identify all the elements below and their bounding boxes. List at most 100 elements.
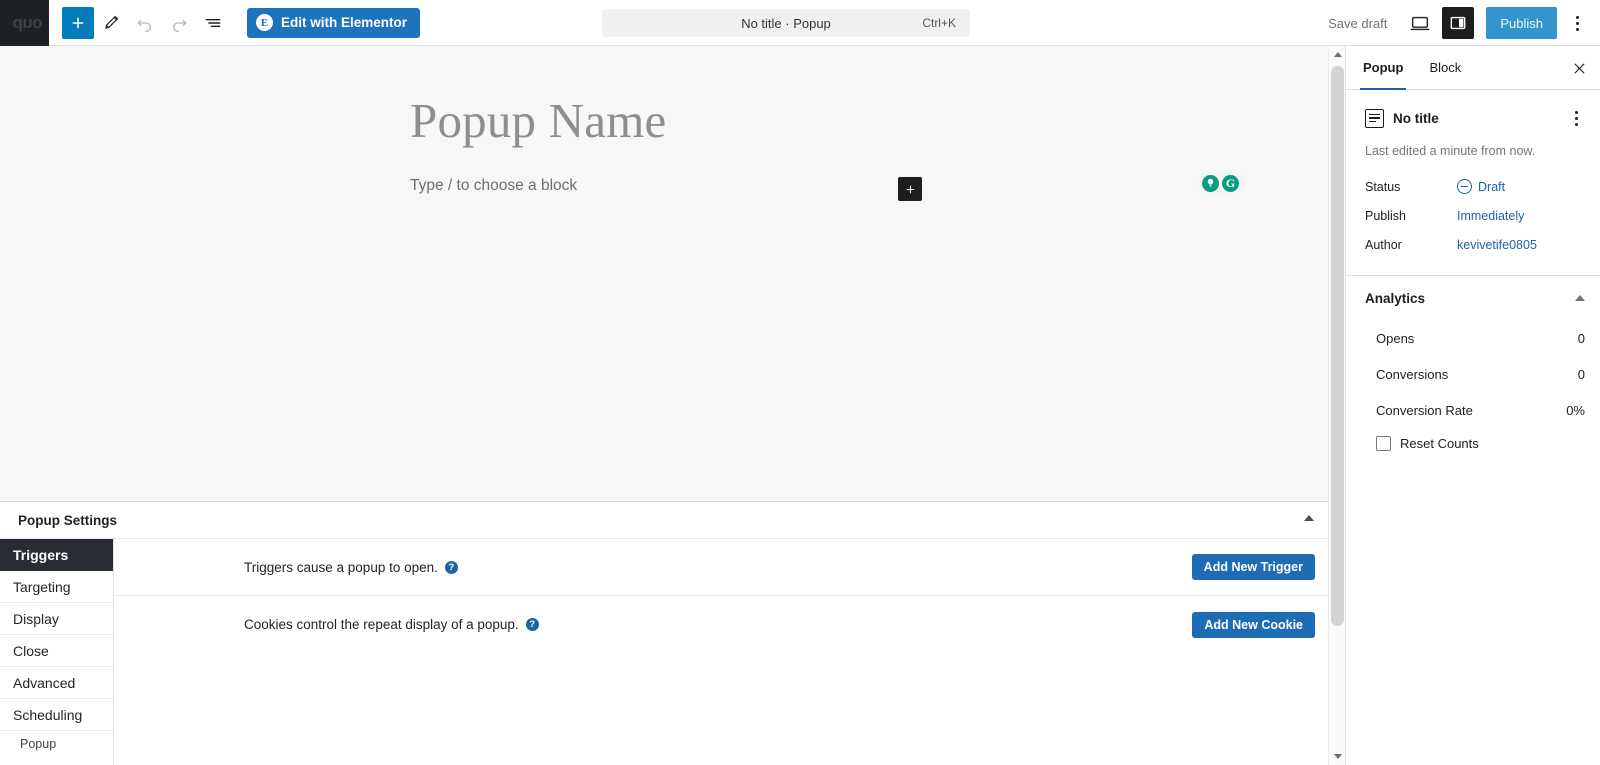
edit-with-elementor-button[interactable]: E Edit with Elementor bbox=[247, 7, 421, 38]
desktop-preview-icon[interactable] bbox=[1403, 6, 1437, 40]
cookies-row: Cookies control the repeat display of a … bbox=[114, 596, 1328, 653]
tab-popup[interactable]: Popup bbox=[1350, 46, 1416, 90]
pencil-icon[interactable] bbox=[94, 6, 128, 40]
analytics-title: Analytics bbox=[1365, 290, 1426, 306]
author-row: Author kevivetife0805 bbox=[1346, 230, 1600, 259]
canvas-scrollbar[interactable] bbox=[1328, 46, 1346, 765]
status-label: Status bbox=[1365, 179, 1401, 194]
stat-label: Conversion Rate bbox=[1376, 402, 1473, 418]
command-bar-title: No title · Popup bbox=[741, 15, 831, 31]
lightbulb-icon bbox=[1202, 174, 1219, 192]
triggers-description: Triggers cause a popup to open. bbox=[244, 559, 438, 575]
tab-label: Close bbox=[13, 642, 49, 659]
sidebar-item-display[interactable]: Display bbox=[0, 603, 113, 635]
chevron-up-icon[interactable] bbox=[1304, 515, 1314, 521]
add-new-trigger-button[interactable]: Add New Trigger bbox=[1191, 554, 1315, 580]
tab-label: Popup bbox=[1363, 60, 1404, 75]
draft-status-icon bbox=[1457, 179, 1472, 194]
triggers-row: Triggers cause a popup to open. ? Add Ne… bbox=[114, 539, 1328, 596]
reset-counts-checkbox[interactable] bbox=[1376, 436, 1391, 451]
popup-settings-title: Popup Settings bbox=[18, 512, 117, 528]
status-value: Draft bbox=[1478, 179, 1506, 194]
stat-value: 0 bbox=[1577, 366, 1585, 382]
stat-value: 0% bbox=[1566, 402, 1585, 418]
analytics-panel-header[interactable]: Analytics bbox=[1346, 276, 1600, 320]
stat-label: Conversions bbox=[1376, 366, 1449, 382]
popup-settings-body: Triggers Targeting Display Close Advance… bbox=[0, 539, 1328, 765]
publish-row: Publish Immediately bbox=[1346, 201, 1600, 230]
tab-label: Advanced bbox=[13, 674, 76, 691]
top-bar-left-tools: E Edit with Elementor bbox=[49, 6, 421, 40]
tab-label: Targeting bbox=[13, 578, 71, 595]
command-bar-shortcut: Ctrl+K bbox=[922, 16, 956, 30]
author-select[interactable]: kevivetife0805 bbox=[1457, 238, 1537, 252]
status-row: Status Draft bbox=[1346, 172, 1600, 201]
settings-sidebar: Popup Block No title Last edited a minut… bbox=[1345, 46, 1600, 765]
popup-settings-header[interactable]: Popup Settings bbox=[0, 502, 1328, 539]
vertical-dots bbox=[1574, 110, 1578, 126]
inline-block-inserter-button[interactable] bbox=[898, 177, 922, 201]
edit-with-elementor-label: Edit with Elementor bbox=[281, 15, 408, 30]
more-options-icon[interactable] bbox=[1562, 6, 1592, 40]
tab-label: Block bbox=[1429, 60, 1462, 75]
sidebar-item-advanced[interactable]: Advanced bbox=[0, 667, 113, 699]
reset-counts-row[interactable]: Reset Counts bbox=[1346, 428, 1600, 451]
save-draft-button[interactable]: Save draft bbox=[1318, 10, 1397, 37]
stat-row-conversion-rate: Conversion Rate 0% bbox=[1346, 392, 1600, 428]
last-edited-text: Last edited a minute from now. bbox=[1365, 144, 1536, 158]
grammarly-badge[interactable]: G bbox=[1198, 172, 1243, 194]
grammarly-logo-icon: G bbox=[1222, 174, 1239, 192]
publish-label: Publish bbox=[1365, 208, 1406, 223]
post-title-input[interactable]: Popup Name bbox=[410, 92, 667, 149]
stat-label: Opens bbox=[1376, 330, 1415, 346]
sidebar-item-targeting[interactable]: Targeting bbox=[0, 571, 113, 603]
top-bar-right-tools: Save draft Publish bbox=[1318, 0, 1600, 46]
stat-value: 0 bbox=[1577, 330, 1585, 346]
editor-canvas: Popup Name Type / to choose a block G bbox=[0, 46, 1328, 501]
vertical-dots bbox=[1575, 15, 1579, 31]
scroll-down-arrow-icon[interactable] bbox=[1329, 748, 1346, 765]
tab-label: Display bbox=[13, 610, 59, 627]
popup-settings-content: Triggers cause a popup to open. ? Add Ne… bbox=[114, 539, 1328, 765]
sidebar-item-close[interactable]: Close bbox=[0, 635, 113, 667]
tab-label: Triggers bbox=[13, 546, 69, 563]
document-summary-row[interactable]: No title bbox=[1346, 96, 1600, 140]
publish-date-button[interactable]: Immediately bbox=[1457, 209, 1524, 223]
popup-settings-panel: Popup Settings Triggers Targeting Displa… bbox=[0, 501, 1328, 765]
sidebar-toggle-icon[interactable] bbox=[1442, 7, 1475, 39]
add-new-cookie-button[interactable]: Add New Cookie bbox=[1192, 611, 1315, 638]
sidebar-item-triggers[interactable]: Triggers bbox=[0, 539, 113, 571]
tab-label: Scheduling bbox=[13, 706, 83, 723]
document-icon bbox=[1365, 108, 1384, 128]
scrollbar-thumb[interactable] bbox=[1331, 66, 1344, 626]
sidebar-item-scheduling[interactable]: Scheduling bbox=[0, 699, 113, 731]
popup-settings-tab-list: Triggers Targeting Display Close Advance… bbox=[0, 539, 114, 765]
command-palette-bar[interactable]: No title · Popup Ctrl+K bbox=[602, 9, 970, 37]
scroll-up-arrow-icon[interactable] bbox=[1329, 46, 1346, 63]
publish-button[interactable]: Publish bbox=[1486, 7, 1557, 39]
undo-icon[interactable] bbox=[128, 6, 162, 40]
more-options-icon[interactable] bbox=[1565, 106, 1587, 130]
author-label: Author bbox=[1365, 237, 1402, 252]
block-placeholder-input[interactable]: Type / to choose a block bbox=[410, 177, 577, 195]
cookies-description: Cookies control the repeat display of a … bbox=[244, 617, 519, 632]
status-badge[interactable]: Draft bbox=[1457, 179, 1505, 194]
help-icon[interactable]: ? bbox=[525, 618, 539, 631]
admin-menu-label: oup bbox=[12, 12, 43, 32]
list-view-icon[interactable] bbox=[196, 6, 230, 40]
tab-block[interactable]: Block bbox=[1416, 46, 1474, 89]
redo-icon[interactable] bbox=[162, 6, 196, 40]
elementor-logo-icon: E bbox=[256, 14, 273, 31]
sidebar-tab-list: Popup Block bbox=[1346, 46, 1600, 90]
chevron-up-icon[interactable] bbox=[1575, 295, 1585, 301]
close-icon[interactable] bbox=[1568, 57, 1590, 79]
document-title: No title bbox=[1393, 110, 1439, 126]
stat-row-conversions: Conversions 0 bbox=[1346, 356, 1600, 392]
wordpress-admin-menu-stub[interactable]: oup bbox=[0, 0, 49, 46]
help-icon[interactable]: ? bbox=[444, 560, 458, 574]
post-type-label: Popup bbox=[20, 737, 57, 751]
add-block-button[interactable] bbox=[62, 6, 94, 39]
reset-counts-label: Reset Counts bbox=[1400, 436, 1479, 451]
stat-row-opens: Opens 0 bbox=[1346, 320, 1600, 356]
editor-top-bar: oup E Edit with Elementor No title · Pop… bbox=[0, 0, 1600, 46]
